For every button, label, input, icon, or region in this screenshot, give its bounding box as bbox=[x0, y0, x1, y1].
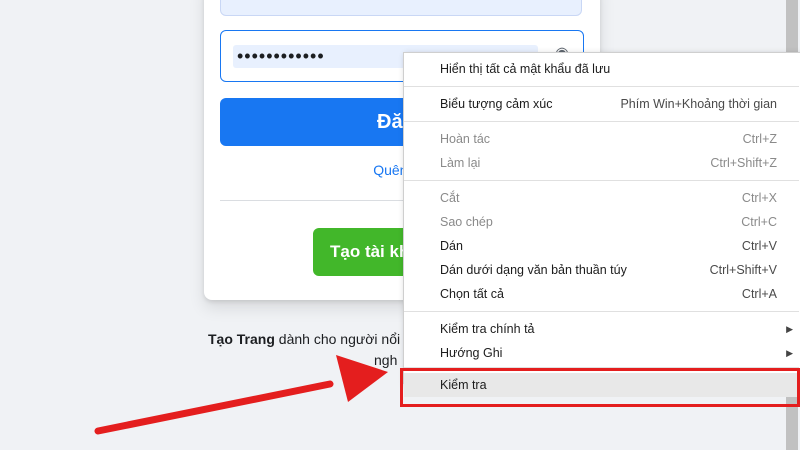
annotation-arrow bbox=[94, 355, 388, 435]
